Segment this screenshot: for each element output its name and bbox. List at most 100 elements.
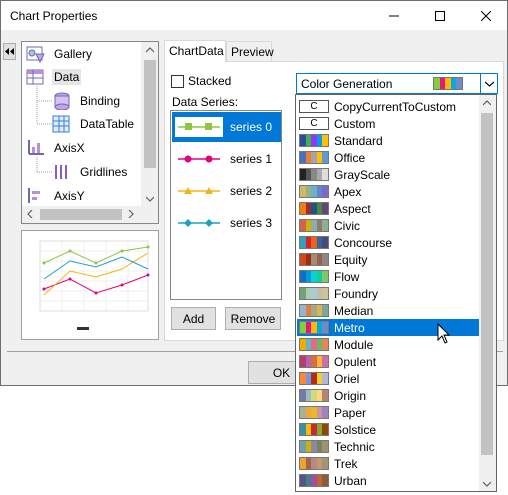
dropdown-item-paper[interactable]: Paper (297, 404, 480, 421)
tree-item-axisx[interactable]: AxisX (26, 138, 87, 158)
dropdown-item-solstice[interactable]: Solstice (297, 421, 480, 438)
tree-item-data[interactable]: Data (26, 67, 82, 87)
dropdown-item-label: Aspect (334, 201, 371, 216)
dropdown-item-concourse[interactable]: Concourse (297, 234, 480, 251)
tree-item-gridlines[interactable]: Gridlines (52, 162, 129, 182)
close-button[interactable] (463, 1, 508, 31)
dropdown-item-grayscale[interactable]: GrayScale (297, 166, 480, 183)
palette-color-4 (322, 305, 328, 316)
title-bar: Chart Properties (1, 1, 507, 31)
chevron-down-icon (484, 81, 494, 87)
scroll-up-arrow-icon[interactable] (483, 100, 491, 106)
dropdown-scroll-thumb[interactable] (481, 113, 493, 455)
chart-preview-thumbnail (21, 230, 159, 340)
dropdown-item-origin[interactable]: Origin (297, 387, 480, 404)
palette-swatch-icon (299, 321, 329, 334)
dropdown-item-label: Trek (334, 456, 358, 471)
dropdown-item-label: Paper (334, 405, 367, 420)
palette-swatch-icon (299, 151, 329, 164)
series-row-0[interactable]: series 0 (172, 112, 281, 142)
tree-item-gallery[interactable]: Gallery (26, 44, 94, 64)
close-icon (481, 11, 491, 21)
color-generation-dropdown[interactable]: C CopyCurrentToCustom C Custom Standard O… (295, 94, 497, 492)
palette-swatch-icon (299, 338, 329, 351)
dropdown-item-urban[interactable]: Urban (297, 472, 480, 489)
palette-color-4 (322, 390, 328, 401)
dropdown-item-standard[interactable]: Standard (297, 132, 480, 149)
dropdown-item-module[interactable]: Module (297, 336, 480, 353)
tree-horizontal-scrollbar[interactable] (22, 206, 143, 223)
add-series-button[interactable]: Add (171, 307, 216, 330)
maximize-button[interactable] (417, 1, 463, 31)
color-generation-select[interactable]: Color Generation (296, 73, 498, 94)
series-row-1[interactable]: series 1 (172, 144, 281, 174)
scroll-left-arrow-icon[interactable] (27, 210, 33, 218)
tree-horizontal-scroll-thumb[interactable] (40, 209, 122, 220)
palette-swatch-icon (299, 457, 329, 470)
dropdown-item-label: Standard (334, 133, 383, 148)
dropdown-item-office[interactable]: Office (297, 149, 480, 166)
tree-vertical-scrollbar[interactable] (141, 42, 158, 223)
data-series-list[interactable]: series 0 series 1 series 2 series 3 (170, 110, 282, 300)
stacked-checkbox[interactable] (171, 75, 184, 88)
palette-swatch-icon (299, 440, 329, 453)
properties-tree[interactable]: Gallery Data Binding DataTable AxisX Gri… (21, 41, 159, 224)
dropdown-item-apex[interactable]: Apex (297, 183, 480, 200)
scroll-down-arrow-icon[interactable] (483, 481, 491, 487)
data-icon (26, 69, 44, 85)
tree-item-datatable[interactable]: DataTable (52, 114, 136, 134)
combo-dropdown-button[interactable] (480, 74, 497, 93)
gridlines-icon (55, 165, 67, 179)
dropdown-item-label: GrayScale (334, 167, 391, 182)
dropdown-item-label: CopyCurrentToCustom (334, 99, 457, 114)
dropdown-item-label: Concourse (334, 235, 393, 250)
palette-color-4 (322, 152, 328, 163)
selected-palette-swatch (433, 77, 463, 90)
dropdown-item-copycurrenttocustom[interactable]: C CopyCurrentToCustom (297, 98, 480, 115)
dropdown-item-equity[interactable]: Equity (297, 251, 480, 268)
tree-vertical-scroll-thumb[interactable] (144, 60, 156, 168)
dropdown-item-custom[interactable]: C Custom (297, 115, 480, 132)
palette-color-4 (322, 407, 328, 418)
palette-swatch-icon (299, 270, 329, 283)
dropdown-item-technic[interactable]: Technic (297, 438, 480, 455)
dropdown-item-oriel[interactable]: Oriel (297, 370, 480, 387)
dropdown-item-label: Equity (334, 252, 368, 267)
remove-series-button[interactable]: Remove (225, 307, 281, 330)
palette-swatch-icon (299, 389, 329, 402)
dropdown-item-flow[interactable]: Flow (297, 268, 480, 285)
dropdown-item-trek[interactable]: Trek (297, 455, 480, 472)
button-label: Add (182, 311, 205, 326)
scroll-up-arrow-icon[interactable] (146, 47, 154, 53)
palette-color-4 (322, 271, 328, 282)
series-row-2[interactable]: series 2 (172, 176, 281, 206)
dropdown-item-label: Oriel (334, 371, 360, 386)
tab-preview[interactable]: Preview (226, 41, 274, 61)
scroll-right-arrow-icon[interactable] (128, 210, 134, 218)
dropdown-scrollbar[interactable] (479, 95, 496, 491)
palette-color-4 (322, 339, 328, 350)
tab-chartdata[interactable]: ChartData (164, 40, 226, 62)
series-row-3[interactable]: series 3 (172, 208, 281, 238)
dropdown-item-opulent[interactable]: Opulent (297, 353, 480, 370)
palette-swatch-icon (299, 253, 329, 266)
data-series-header: Data Series: (172, 95, 239, 109)
tree-item-axisy[interactable]: AxisY (26, 186, 87, 206)
palette-swatch-icon (299, 287, 329, 300)
palette-color-4 (322, 169, 328, 180)
dropdown-item-aspect[interactable]: Aspect (297, 200, 480, 217)
datatable-icon (52, 115, 70, 133)
collapse-panel-button[interactable] (3, 43, 16, 60)
dropdown-item-median[interactable]: Median (297, 302, 480, 319)
dropdown-item-metro[interactable]: Metro (297, 319, 480, 336)
tree-item-binding[interactable]: Binding (52, 91, 122, 111)
palette-color-4 (322, 356, 328, 367)
text-swatch-icon: C (299, 100, 329, 113)
dropdown-item-civic[interactable]: Civic (297, 217, 480, 234)
scroll-down-arrow-icon[interactable] (146, 196, 154, 202)
dropdown-item-label: Civic (334, 218, 360, 233)
window-title: Chart Properties (10, 9, 98, 23)
minimize-button[interactable] (371, 1, 417, 31)
color-generation-value: Color Generation (301, 77, 393, 91)
dropdown-item-foundry[interactable]: Foundry (297, 285, 480, 302)
